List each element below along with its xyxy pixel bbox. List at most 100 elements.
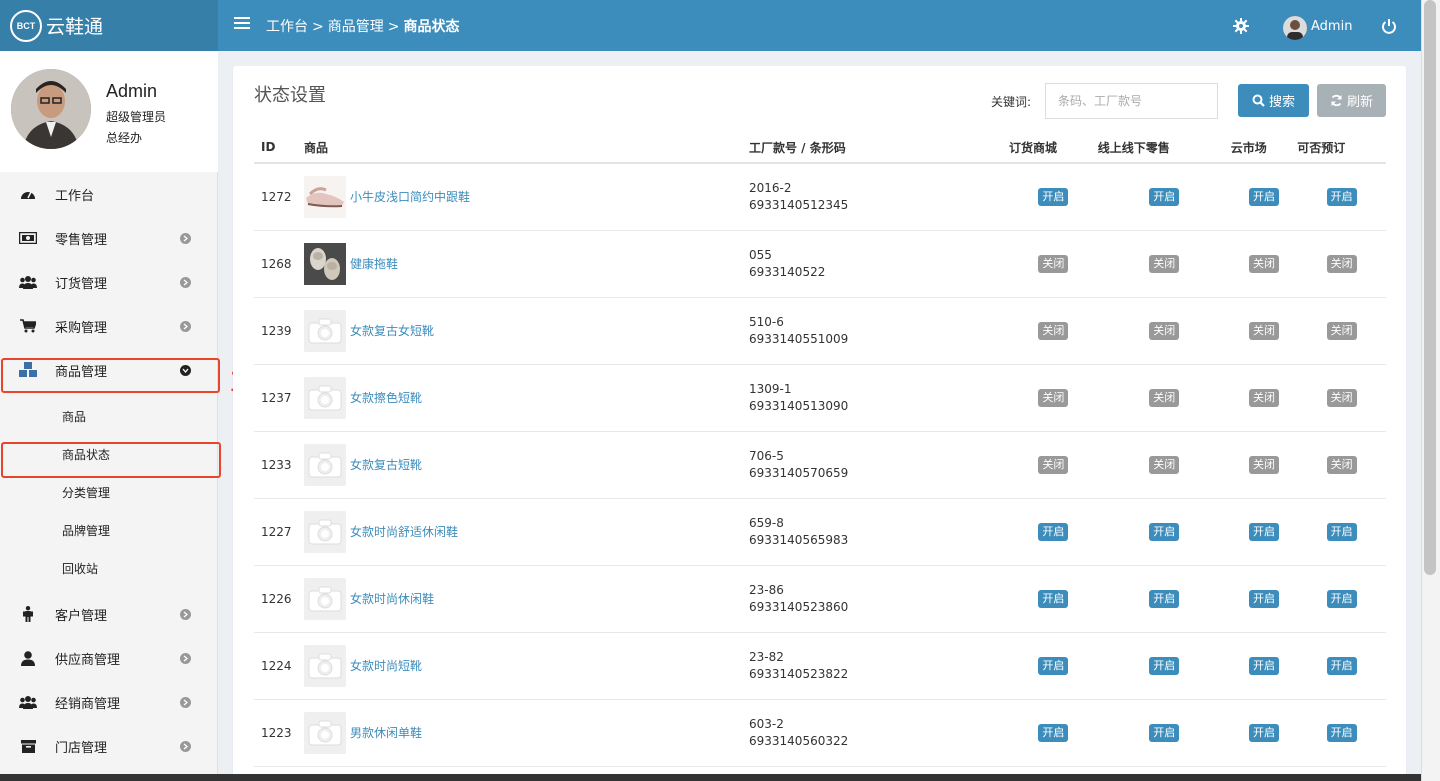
product-thumbnail[interactable] <box>304 242 346 285</box>
toggle-order-mall[interactable]: 开启 <box>1038 187 1069 206</box>
product-link[interactable]: 女款擦色短靴 <box>350 389 422 406</box>
refresh-button[interactable]: 刷新 <box>1317 84 1386 117</box>
toggle-preorder[interactable]: 关闭 <box>1326 254 1357 273</box>
toggle-order-mall[interactable]: 开启 <box>1038 656 1069 675</box>
toggle-order-mall[interactable]: 开启 <box>1038 723 1069 742</box>
toggle-order-mall[interactable]: 关闭 <box>1038 388 1069 407</box>
toggle-retail[interactable]: 关闭 <box>1149 455 1180 474</box>
toggle-order-mall[interactable]: 关闭 <box>1038 254 1069 273</box>
sidebar-item-workbench[interactable]: 工作台 <box>0 172 218 216</box>
col-header-id[interactable]: ID <box>254 132 304 164</box>
menu-icon[interactable] <box>234 17 250 31</box>
cell-product: 女款复古短靴 <box>304 443 749 486</box>
toggle-order-mall[interactable]: 关闭 <box>1038 455 1069 474</box>
camera-placeholder-icon[interactable] <box>304 577 346 620</box>
submenu-item-product-status[interactable]: 商品状态 <box>0 435 218 473</box>
sidebar-item-distributors[interactable]: 经销商管理 <box>0 680 218 724</box>
product-link[interactable]: 女款时尚舒适休闲鞋 <box>350 523 458 540</box>
toggle-cloud-market[interactable]: 关闭 <box>1249 254 1280 273</box>
submenu-item-categories[interactable]: 分类管理 <box>0 473 218 511</box>
product-link[interactable]: 女款时尚短靴 <box>350 657 422 674</box>
toggle-order-mall[interactable]: 开启 <box>1038 589 1069 608</box>
toggle-cloud-market[interactable]: 关闭 <box>1249 321 1280 340</box>
col-header-retail[interactable]: 线上线下零售 <box>1097 132 1231 164</box>
toggle-order-mall[interactable]: 关闭 <box>1038 321 1069 340</box>
camera-placeholder-icon[interactable] <box>304 510 346 553</box>
camera-placeholder-icon[interactable] <box>304 376 346 419</box>
product-link[interactable]: 男款休闲单鞋 <box>350 724 422 741</box>
col-header-preorder[interactable]: 可否预订 <box>1297 132 1386 164</box>
sidebar-item-orders[interactable]: 订货管理 <box>0 260 218 304</box>
product-link[interactable]: 女款时尚休闲鞋 <box>350 590 434 607</box>
sidebar-item-suppliers[interactable]: 供应商管理 <box>0 636 218 680</box>
style-number: 2016-2 <box>749 180 792 195</box>
product-link[interactable]: 女款复古女短靴 <box>350 322 434 339</box>
cell-code: 23-86 6933140523860 <box>749 565 1009 633</box>
toggle-retail[interactable]: 开启 <box>1149 522 1180 541</box>
toggle-retail[interactable]: 开启 <box>1149 187 1180 206</box>
sidebar-item-label: 经销商管理 <box>55 696 121 712</box>
sidebar-item-label: 客户管理 <box>55 608 108 624</box>
toggle-retail[interactable]: 开启 <box>1149 656 1180 675</box>
toggle-preorder[interactable]: 开启 <box>1326 187 1357 206</box>
user-avatar-small[interactable] <box>1283 16 1307 40</box>
toggle-preorder[interactable]: 开启 <box>1326 656 1357 675</box>
toggle-order-mall[interactable]: 开启 <box>1038 522 1069 541</box>
breadcrumb-item-product-mgmt[interactable]: 商品管理 <box>328 19 384 35</box>
search-input[interactable] <box>1045 83 1218 119</box>
sidebar-item-retail[interactable]: 零售管理 <box>0 216 218 260</box>
toggle-retail[interactable]: 开启 <box>1149 723 1180 742</box>
toggle-cloud-market[interactable]: 开启 <box>1249 187 1280 206</box>
search-button[interactable]: 搜索 <box>1238 84 1309 117</box>
power-icon[interactable] <box>1381 18 1397 34</box>
toggle-cloud-market[interactable]: 开启 <box>1249 723 1280 742</box>
product-link[interactable]: 小牛皮浅口简约中跟鞋 <box>350 188 470 205</box>
page-scrollbar-thumb[interactable] <box>1424 0 1436 575</box>
logo[interactable]: BCT 云鞋通 <box>0 0 218 51</box>
sidebar-item-customers[interactable]: 客户管理 <box>0 592 218 636</box>
toggle-retail[interactable]: 关闭 <box>1149 254 1180 273</box>
style-number: 659-8 <box>749 515 784 530</box>
archive-icon <box>19 737 37 755</box>
cell-id: 1223 <box>254 699 304 767</box>
product-thumbnail[interactable] <box>304 175 346 218</box>
toggle-cloud-market[interactable]: 开启 <box>1249 522 1280 541</box>
style-number: 1309-1 <box>749 381 792 396</box>
submenu-item-products[interactable]: 商品 <box>0 397 218 435</box>
col-header-order-mall[interactable]: 订货商城 <box>1009 132 1098 164</box>
breadcrumb-item-workbench[interactable]: 工作台 <box>266 19 308 35</box>
camera-placeholder-icon[interactable] <box>304 443 346 486</box>
submenu-item-brands[interactable]: 品牌管理 <box>0 511 218 549</box>
col-header-cloud-market[interactable]: 云市场 <box>1230 132 1298 164</box>
sidebar-item-stores[interactable]: 门店管理 <box>0 724 218 768</box>
toggle-cloud-market[interactable]: 开启 <box>1249 589 1280 608</box>
col-header-product[interactable]: 商品 <box>304 132 749 164</box>
header-user-name[interactable]: Admin <box>1311 19 1352 34</box>
toggle-preorder[interactable]: 关闭 <box>1326 321 1357 340</box>
product-link[interactable]: 女款复古短靴 <box>350 456 422 473</box>
camera-placeholder-icon[interactable] <box>304 309 346 352</box>
toggle-retail[interactable]: 关闭 <box>1149 321 1180 340</box>
style-number: 23-82 <box>749 649 784 664</box>
toggle-cloud-market[interactable]: 关闭 <box>1249 388 1280 407</box>
cell-product: 女款时尚舒适休闲鞋 <box>304 510 749 553</box>
toggle-retail[interactable]: 开启 <box>1149 589 1180 608</box>
toggle-retail[interactable]: 关闭 <box>1149 388 1180 407</box>
toggle-cloud-market[interactable]: 关闭 <box>1249 455 1280 474</box>
toggle-preorder[interactable]: 开启 <box>1326 589 1357 608</box>
col-header-code[interactable]: 工厂款号 / 条形码 <box>749 132 1009 164</box>
product-link[interactable]: 健康拖鞋 <box>350 255 398 272</box>
sidebar-item-purchase[interactable]: 采购管理 <box>0 304 218 348</box>
gear-icon[interactable] <box>1233 18 1249 34</box>
toggle-preorder[interactable]: 开启 <box>1326 522 1357 541</box>
sidebar-item-products[interactable]: 商品管理 <box>0 348 218 392</box>
chevron-right-icon <box>180 232 191 244</box>
camera-placeholder-icon[interactable] <box>304 644 346 687</box>
toggle-preorder[interactable]: 关闭 <box>1326 455 1357 474</box>
toggle-cloud-market[interactable]: 开启 <box>1249 656 1280 675</box>
camera-placeholder-icon[interactable] <box>304 711 346 754</box>
toggle-preorder[interactable]: 开启 <box>1326 723 1357 742</box>
cell-code: 659-8 6933140565983 <box>749 498 1009 566</box>
toggle-preorder[interactable]: 关闭 <box>1326 388 1357 407</box>
submenu-item-recycle-bin[interactable]: 回收站 <box>0 549 218 587</box>
